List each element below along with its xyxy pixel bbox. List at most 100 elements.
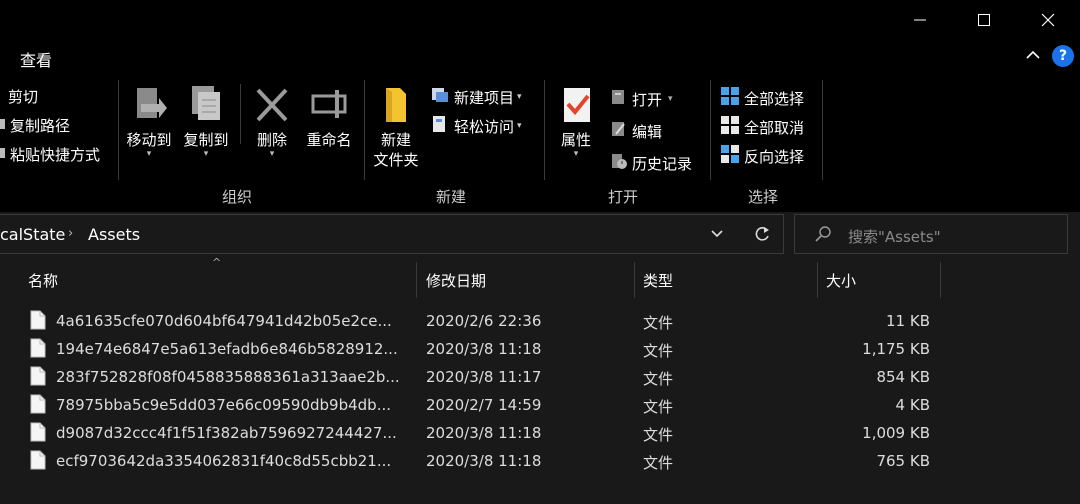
- new-folder-button[interactable]: 新建 文件夹: [370, 84, 422, 170]
- copy-to-label: 复制到: [183, 131, 229, 149]
- column-header-date[interactable]: 修改日期: [426, 270, 486, 291]
- open-icon: [610, 88, 628, 110]
- delete-icon: [256, 88, 288, 122]
- help-icon[interactable]: ?: [1052, 45, 1074, 67]
- new-item-button[interactable]: 新建项目 ▾: [430, 86, 522, 108]
- maximize-icon: [978, 14, 990, 26]
- file-type: 文件: [643, 370, 674, 388]
- copy-path-label: 复制路径: [10, 117, 71, 135]
- file-name[interactable]: 4a61635cfe070d604bf647941d42b05e2ce...: [56, 312, 392, 330]
- ribbon-tab-bar: [0, 40, 1080, 76]
- select-all-button[interactable]: 全部选择: [720, 86, 804, 110]
- file-size: 4 KB: [895, 396, 930, 414]
- column-header-name[interactable]: 名称: [28, 270, 58, 291]
- file-name[interactable]: 283f752828f08f0458835888361a313aae2b...: [56, 368, 400, 386]
- rename-button[interactable]: 重命名: [302, 84, 356, 150]
- file-name[interactable]: 78975bba5c9e5dd037e66c09590db9b4db...: [56, 396, 391, 414]
- file-row[interactable]: 4a61635cfe070d604bf647941d42b05e2ce... 20…: [0, 307, 1080, 335]
- new-item-label: 新建项目: [454, 88, 515, 107]
- cut-label: 剪切: [8, 88, 39, 106]
- column-divider[interactable]: [634, 262, 635, 298]
- invert-selection-label: 反向选择: [744, 147, 805, 166]
- address-history-dropdown[interactable]: [708, 224, 726, 246]
- file-icon: [30, 338, 46, 362]
- file-icon: [30, 450, 46, 474]
- properties-button[interactable]: 属性 ▾: [554, 84, 598, 159]
- easy-access-button[interactable]: 轻松访问 ▾: [430, 115, 522, 137]
- column-header-size[interactable]: 大小: [826, 270, 856, 291]
- history-icon: [610, 152, 628, 174]
- move-to-label: 移动到: [126, 131, 172, 149]
- file-name[interactable]: d9087d32ccc4f1f51f382ab7596927244427...: [56, 424, 397, 442]
- file-row[interactable]: ecf9703642da3354062831f40c8d55cbb21... 20…: [0, 447, 1080, 475]
- group-organize-label: 组织: [222, 188, 253, 206]
- history-button[interactable]: 历史记录: [610, 152, 692, 174]
- cut-button[interactable]: 剪切: [8, 86, 38, 107]
- rename-label: 重命名: [306, 131, 352, 149]
- sort-ascending-icon: ^: [212, 256, 222, 269]
- column-header-row: [0, 262, 1080, 298]
- column-divider[interactable]: [817, 262, 818, 298]
- new-folder-icon: [386, 88, 406, 122]
- new-item-icon: [430, 86, 450, 108]
- breadcrumb-separator-icon[interactable]: ›: [68, 226, 73, 241]
- copy-path-button[interactable]: 复制路径: [0, 115, 70, 136]
- file-size: 854 KB: [876, 368, 930, 386]
- edit-button[interactable]: 编辑: [610, 120, 662, 142]
- file-row[interactable]: 283f752828f08f0458835888361a313aae2b... 2…: [0, 363, 1080, 391]
- file-size: 1,009 KB: [862, 424, 930, 442]
- file-type: 文件: [643, 342, 674, 360]
- file-row[interactable]: 194e74e6847e5a613efadb6e846b5828912... 20…: [0, 335, 1080, 363]
- invert-selection-button[interactable]: 反向选择: [720, 144, 804, 168]
- select-none-button[interactable]: 全部取消: [720, 115, 804, 139]
- maximize-button[interactable]: [952, 0, 1016, 40]
- file-date: 2020/3/8 11:18: [426, 424, 542, 442]
- file-size: 11 KB: [886, 312, 930, 330]
- close-icon: [1041, 13, 1055, 27]
- file-date: 2020/3/8 11:18: [426, 340, 542, 358]
- ribbon-divider: [118, 80, 119, 180]
- properties-label: 属性: [560, 131, 591, 149]
- column-header-type[interactable]: 类型: [643, 270, 673, 291]
- tab-view[interactable]: 查看: [20, 47, 52, 71]
- open-button[interactable]: 打开 ▾: [610, 88, 673, 110]
- file-name[interactable]: ecf9703642da3354062831f40c8d55cbb21...: [56, 452, 391, 470]
- minimize-icon: [914, 19, 926, 21]
- breadcrumb-item[interactable]: Assets: [88, 225, 140, 244]
- select-none-icon: [720, 115, 740, 139]
- copy-to-icon: [192, 86, 220, 120]
- paste-shortcut-button[interactable]: 粘贴快捷方式: [0, 144, 100, 165]
- refresh-icon: [755, 227, 769, 241]
- file-icon: [30, 366, 46, 390]
- file-date: 2020/2/7 14:59: [426, 396, 542, 414]
- collapse-ribbon-button[interactable]: [1024, 46, 1042, 68]
- group-select-label: 选择: [748, 188, 779, 206]
- file-size: 765 KB: [876, 452, 930, 470]
- breadcrumb-item[interactable]: calState: [0, 225, 65, 244]
- close-button[interactable]: [1016, 0, 1080, 40]
- group-new-label: 新建: [436, 188, 467, 206]
- refresh-button[interactable]: [752, 224, 772, 248]
- move-to-button[interactable]: 移动到 ▾: [124, 84, 174, 159]
- file-row[interactable]: d9087d32ccc4f1f51f382ab7596927244427... 2…: [0, 419, 1080, 447]
- column-divider[interactable]: [940, 262, 941, 298]
- delete-button[interactable]: 删除 ▾: [252, 84, 292, 159]
- ribbon-divider: [544, 80, 545, 180]
- file-type: 文件: [643, 426, 674, 444]
- file-date: 2020/3/8 11:18: [426, 452, 542, 470]
- search-icon: [814, 224, 834, 248]
- open-label: 打开: [632, 90, 663, 109]
- column-divider[interactable]: [416, 262, 417, 298]
- minimize-button[interactable]: [888, 0, 952, 40]
- rename-icon: [311, 90, 347, 118]
- file-name[interactable]: 194e74e6847e5a613efadb6e846b5828912...: [56, 340, 398, 358]
- file-type: 文件: [643, 398, 674, 416]
- group-open-label: 打开: [608, 188, 639, 206]
- easy-access-icon: [430, 115, 450, 137]
- ribbon-divider: [710, 80, 711, 180]
- file-row[interactable]: 78975bba5c9e5dd037e66c09590db9b4db... 202…: [0, 391, 1080, 419]
- search-placeholder[interactable]: 搜索"Assets": [848, 226, 941, 247]
- new-folder-label-line2: 文件夹: [373, 151, 419, 169]
- select-none-label: 全部取消: [744, 118, 805, 137]
- copy-to-button[interactable]: 复制到 ▾: [180, 84, 232, 159]
